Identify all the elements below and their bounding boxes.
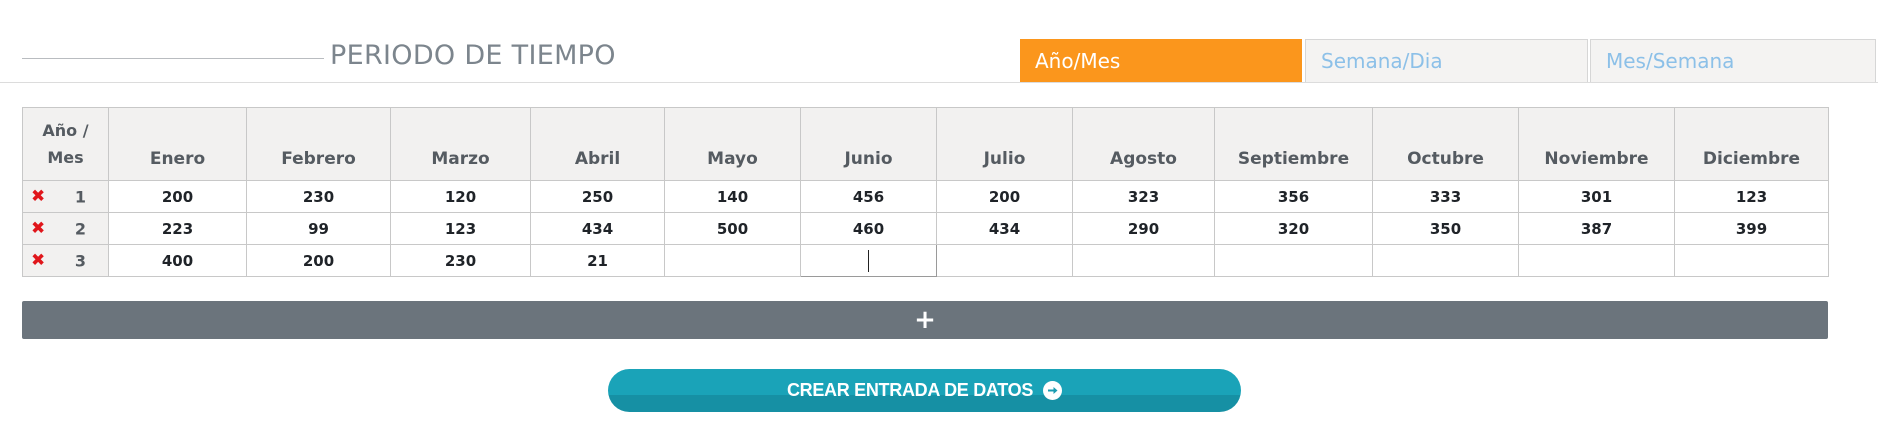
table-cell[interactable]: 120 (390, 180, 531, 213)
column-header: Junio (800, 107, 937, 181)
close-x-icon[interactable]: ✖ (31, 188, 45, 205)
data-entry-page: PERIODO DE TIEMPO Año/Mes Semana/Dia Mes… (0, 0, 1878, 432)
table-cell[interactable]: 140 (664, 180, 801, 213)
tabs-baseline (0, 82, 1878, 83)
table-cell[interactable] (1214, 244, 1373, 277)
table-cell[interactable]: 223 (108, 212, 247, 245)
row-number: 3 (74, 251, 86, 270)
corner-label-line2: Mes (47, 148, 84, 167)
row-header: ✖ 2 (22, 212, 109, 245)
row-header: ✖ 3 (22, 244, 109, 277)
column-header: Noviembre (1518, 107, 1675, 181)
table-cell[interactable]: 21 (530, 244, 665, 277)
table-cell[interactable]: 460 (800, 212, 937, 245)
add-row-button[interactable]: + (22, 301, 1828, 339)
table-cell[interactable]: 333 (1372, 180, 1519, 213)
table-header-row: Año / Mes Enero Febrero Marzo Abril Mayo… (22, 107, 1829, 181)
section-title: PERIODO DE TIEMPO (330, 40, 616, 71)
tab-mes-semana[interactable]: Mes/Semana (1590, 39, 1876, 82)
column-header: Mayo (664, 107, 801, 181)
table-cell[interactable]: 99 (246, 212, 391, 245)
submit-button-label: CREAR ENTRADA DE DATOS (786, 380, 1034, 400)
column-header: Diciembre (1674, 107, 1829, 181)
table-cell[interactable]: 200 (108, 180, 247, 213)
corner-header: Año / Mes (22, 107, 109, 181)
column-header: Septiembre (1214, 107, 1373, 181)
table-cell[interactable]: 250 (530, 180, 665, 213)
table-cell[interactable]: 399 (1674, 212, 1829, 245)
column-header: Febrero (246, 107, 391, 181)
column-header: Enero (108, 107, 247, 181)
create-data-entry-button[interactable]: CREAR ENTRADA DE DATOS (608, 369, 1241, 412)
tab-semana-dia[interactable]: Semana/Dia (1305, 39, 1588, 82)
tab-ano-mes[interactable]: Año/Mes (1020, 39, 1302, 82)
table-cell[interactable]: 123 (1674, 180, 1829, 213)
title-divider (22, 58, 324, 59)
table-cell[interactable]: 434 (530, 212, 665, 245)
table-cell[interactable]: 500 (664, 212, 801, 245)
column-header: Agosto (1072, 107, 1215, 181)
table-row: ✖ 2 223 99 123 434 500 460 434 290 320 3… (22, 212, 1829, 245)
table-cell[interactable] (936, 244, 1073, 277)
table-cell[interactable]: 350 (1372, 212, 1519, 245)
column-header: Octubre (1372, 107, 1519, 181)
table-cell[interactable]: 323 (1072, 180, 1215, 213)
table-cell[interactable] (1372, 244, 1519, 277)
close-x-icon[interactable]: ✖ (31, 220, 45, 237)
row-number: 1 (74, 187, 86, 206)
column-header: Julio (936, 107, 1073, 181)
table-cell[interactable]: 290 (1072, 212, 1215, 245)
table-cell[interactable]: 230 (246, 180, 391, 213)
row-number: 2 (74, 219, 86, 238)
column-header: Marzo (390, 107, 531, 181)
table-cell[interactable]: 200 (936, 180, 1073, 213)
column-header: Abril (530, 107, 665, 181)
table-cell[interactable] (1674, 244, 1829, 277)
text-caret (867, 249, 870, 272)
row-header: ✖ 1 (22, 180, 109, 213)
table-cell-editing[interactable] (800, 244, 937, 277)
data-table: Año / Mes Enero Febrero Marzo Abril Mayo… (22, 107, 1829, 277)
table-cell[interactable]: 320 (1214, 212, 1373, 245)
arrow-circle-right-icon (1043, 381, 1063, 400)
table-cell[interactable]: 434 (936, 212, 1073, 245)
plus-icon: + (914, 305, 936, 335)
close-x-icon[interactable]: ✖ (31, 252, 45, 269)
table-cell[interactable]: 230 (390, 244, 531, 277)
table-cell[interactable]: 456 (800, 180, 937, 213)
table-cell[interactable]: 400 (108, 244, 247, 277)
table-cell[interactable] (1072, 244, 1215, 277)
table-row: ✖ 1 200 230 120 250 140 456 200 323 356 … (22, 180, 1829, 213)
table-cell[interactable] (1518, 244, 1675, 277)
table-cell[interactable] (664, 244, 801, 277)
corner-label-line1: Año / (42, 121, 89, 140)
table-cell[interactable]: 301 (1518, 180, 1675, 213)
table-cell[interactable]: 123 (390, 212, 531, 245)
table-cell[interactable]: 387 (1518, 212, 1675, 245)
table-cell[interactable]: 200 (246, 244, 391, 277)
table-row: ✖ 3 400 200 230 21 (22, 244, 1829, 277)
table-cell[interactable]: 356 (1214, 180, 1373, 213)
